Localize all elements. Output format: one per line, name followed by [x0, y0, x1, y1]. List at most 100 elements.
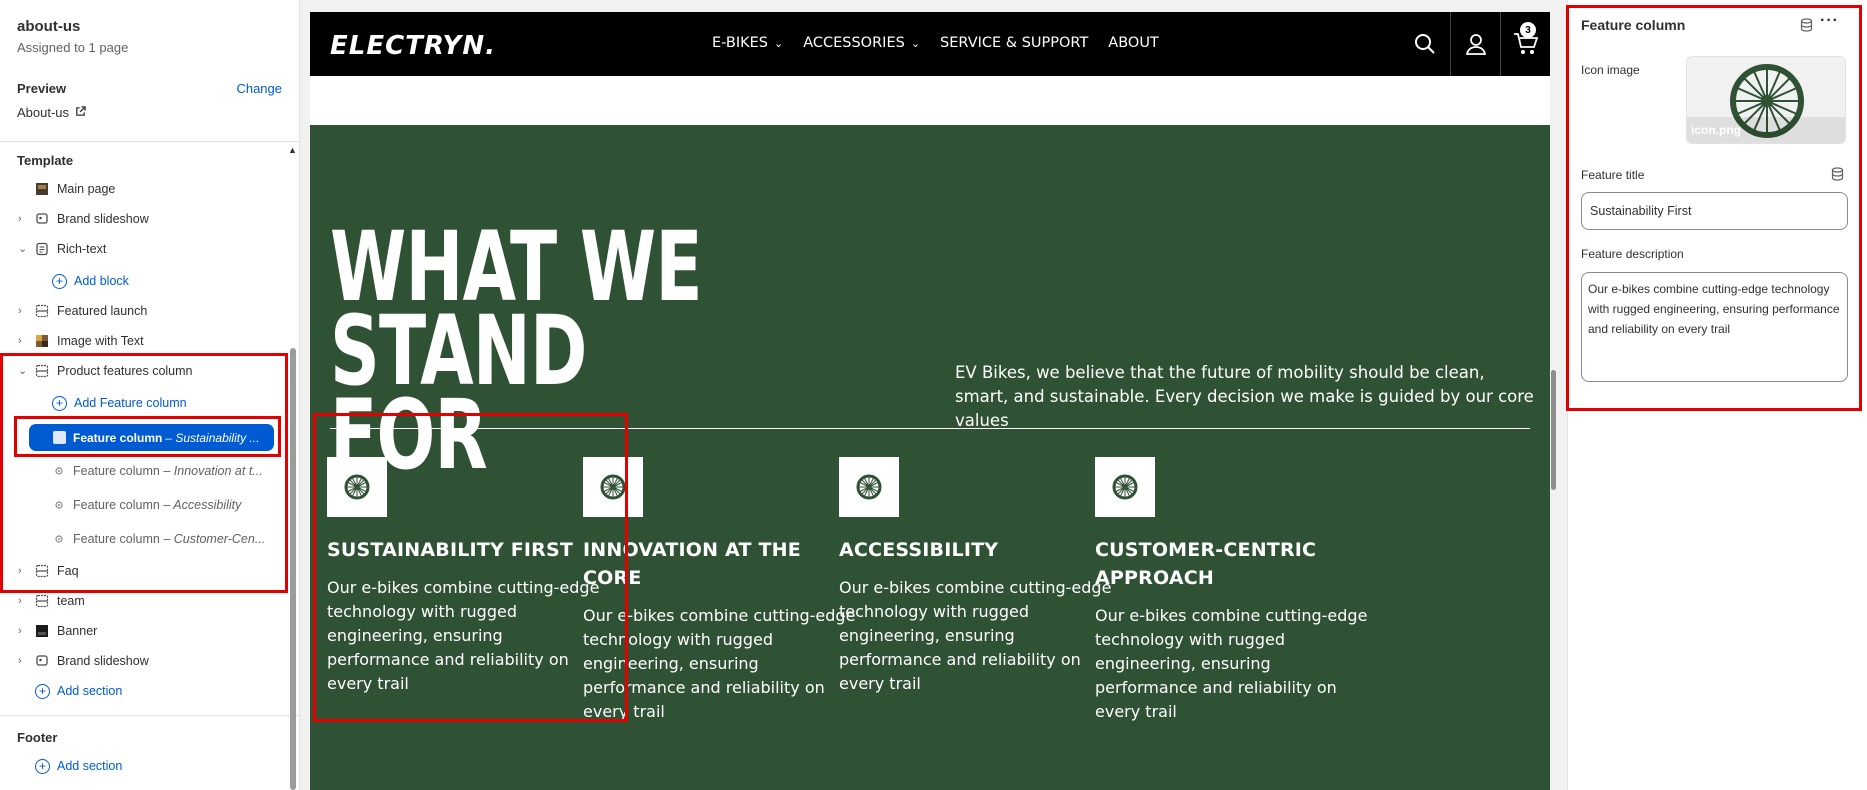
block-feature-column-sustainability[interactable]: Feature column – Sustainability ...	[29, 424, 274, 451]
chevron-right-icon[interactable]: ›	[18, 656, 28, 667]
section-featured-launch[interactable]: › Featured launch	[0, 298, 290, 324]
chevron-down-icon[interactable]: ⌄	[18, 244, 28, 255]
divider	[0, 141, 300, 142]
nav-service[interactable]: SERVICE & SUPPORT	[940, 35, 1088, 51]
chevron-down-icon: ⌄	[773, 36, 784, 50]
panel-title: Feature column	[1581, 17, 1686, 33]
section-team[interactable]: › team	[0, 588, 290, 614]
section-divider	[330, 428, 1530, 429]
wheel-icon	[1095, 457, 1155, 517]
store-preview: ELECTRYN. E-BIKES ⌄ ACCESSORIES ⌄ SERVICE …	[310, 12, 1550, 790]
cart-count-badge: 3	[1520, 22, 1536, 38]
image-thumbnail-icon	[35, 334, 49, 348]
block-label-suffix: – Innovation at t...	[163, 464, 263, 478]
more-actions-icon[interactable]: ···	[1820, 12, 1839, 30]
header-icons: 3	[1400, 12, 1550, 76]
plus-circle-icon: +	[52, 395, 67, 411]
store-logo[interactable]: ELECTRYN.	[330, 31, 496, 61]
divider	[0, 715, 300, 716]
feature-column-2[interactable]: INNOVATION AT THE CORE Our e-bikes combi…	[583, 457, 863, 724]
feature-description: Our e-bikes combine cutting-edge technol…	[583, 606, 856, 721]
scroll-up-arrow-icon[interactable]: ▲	[288, 145, 297, 155]
cart-button[interactable]: 3	[1500, 12, 1550, 76]
database-icon[interactable]	[1831, 167, 1844, 186]
footer-section-label: Footer	[17, 730, 58, 745]
section-label: Rich-text	[57, 242, 107, 256]
section-label: Faq	[57, 564, 79, 578]
footer-add-section-button[interactable]: + Add section	[35, 753, 122, 779]
feature-column-1[interactable]: SUSTAINABILITY FIRST Our e-bikes combine…	[327, 457, 607, 696]
nav-about[interactable]: ABOUT	[1108, 35, 1159, 51]
layout-section-icon	[35, 304, 49, 318]
section-product-features-column[interactable]: ⌄ Product features column	[0, 358, 290, 384]
layout-section-icon	[35, 364, 49, 378]
feature-description: Our e-bikes combine cutting-edge technol…	[1095, 606, 1368, 721]
icon-image-picker[interactable]: icon.png	[1686, 56, 1846, 144]
account-button[interactable]	[1450, 12, 1500, 76]
main-nav: E-BIKES ⌄ ACCESSORIES ⌄ SERVICE & SUPPORT …	[712, 35, 1179, 51]
chevron-right-icon[interactable]: ›	[18, 596, 28, 607]
chevron-right-icon[interactable]: ›	[18, 214, 28, 225]
feature-title-input[interactable]: Sustainability First	[1581, 192, 1848, 230]
nav-label: ACCESSORIES	[803, 35, 905, 51]
feature-title: ACCESSIBILITY	[839, 539, 999, 561]
preview-scrollbar[interactable]	[1551, 370, 1556, 490]
wheel-icon	[327, 457, 387, 517]
block-feature-column-innovation[interactable]: Feature column – Innovation at t...	[0, 458, 290, 484]
block-feature-column-customer[interactable]: Feature column – Customer-Cen...	[0, 526, 290, 552]
block-label-suffix: – Accessibility	[163, 498, 242, 512]
section-brand-slideshow[interactable]: › Brand slideshow	[0, 206, 290, 232]
section-label: Featured launch	[57, 304, 148, 318]
block-settings-panel: Feature column ··· Icon image icon.png F…	[1567, 0, 1867, 790]
feature-column-3[interactable]: ACCESSIBILITY Our e-bikes combine cuttin…	[839, 457, 1119, 696]
section-label: Banner	[57, 624, 98, 638]
block-feature-column-accessibility[interactable]: Feature column – Accessibility	[0, 492, 290, 518]
icon-image-label: Icon image	[1581, 63, 1640, 77]
block-label-suffix: – Customer-Cen...	[163, 532, 266, 546]
block-label: Feature column – Customer-Cen...	[73, 532, 265, 546]
section-label: Main page	[57, 182, 116, 196]
slideshow-icon	[35, 654, 49, 668]
feature-column-4[interactable]: CUSTOMER-CENTRIC APPROACH Our e-bikes co…	[1095, 457, 1367, 724]
block-label-suffix: – Sustainability ...	[165, 430, 260, 445]
product-features-section[interactable]: WHAT WE STAND FOR EV Bikes, we believe t…	[310, 125, 1550, 790]
search-button[interactable]	[1400, 12, 1450, 76]
nav-accessories[interactable]: ACCESSORIES ⌄	[803, 35, 920, 51]
feature-title: CUSTOMER-CENTRIC APPROACH	[1095, 539, 1317, 589]
section-rich-text[interactable]: ⌄ Rich-text	[0, 236, 290, 262]
plus-circle-icon: +	[52, 273, 67, 289]
chevron-down-icon[interactable]: ⌄	[18, 366, 28, 377]
feature-title-label: Feature title	[1581, 168, 1645, 182]
add-block-label: Add block	[74, 274, 129, 288]
section-brand-slideshow-2[interactable]: › Brand slideshow	[0, 648, 290, 674]
feature-description-textarea[interactable]: Our e-bikes combine cutting-edge technol…	[1581, 272, 1848, 382]
sidebar-scrollbar[interactable]	[290, 348, 296, 790]
text-section-icon	[35, 242, 49, 256]
database-icon[interactable]	[1800, 18, 1813, 37]
section-label: Brand slideshow	[57, 212, 149, 226]
nav-label: E-BIKES	[712, 35, 768, 51]
nav-ebikes[interactable]: E-BIKES ⌄	[712, 35, 783, 51]
add-feature-column-button[interactable]: + Add Feature column	[52, 390, 187, 416]
chevron-right-icon[interactable]: ›	[18, 336, 28, 347]
block-label-text: Feature column	[73, 532, 160, 546]
section-faq[interactable]: › Faq	[0, 558, 290, 584]
section-image-with-text[interactable]: › Image with Text	[0, 328, 290, 354]
layout-section-icon	[35, 594, 49, 608]
add-section-button[interactable]: + Add section	[35, 678, 122, 704]
preview-page-link[interactable]: About-us	[17, 105, 282, 120]
add-block-button[interactable]: + Add block	[52, 268, 129, 294]
layout-section-icon	[35, 564, 49, 578]
banner-thumbnail-icon	[35, 624, 49, 638]
wheel-icon	[839, 457, 899, 517]
block-label: Feature column – Innovation at t...	[73, 464, 263, 478]
chevron-right-icon[interactable]: ›	[18, 566, 28, 577]
section-banner[interactable]: › Banner	[0, 618, 290, 644]
chevron-right-icon[interactable]: ›	[18, 626, 28, 637]
plus-circle-icon: +	[35, 758, 50, 774]
change-preview-button[interactable]: Change	[236, 81, 282, 96]
template-section-label: Template	[17, 153, 74, 168]
section-heading: WHAT WE STAND FOR	[330, 211, 703, 491]
chevron-right-icon[interactable]: ›	[18, 306, 28, 317]
section-main-page[interactable]: Main page	[0, 176, 290, 202]
